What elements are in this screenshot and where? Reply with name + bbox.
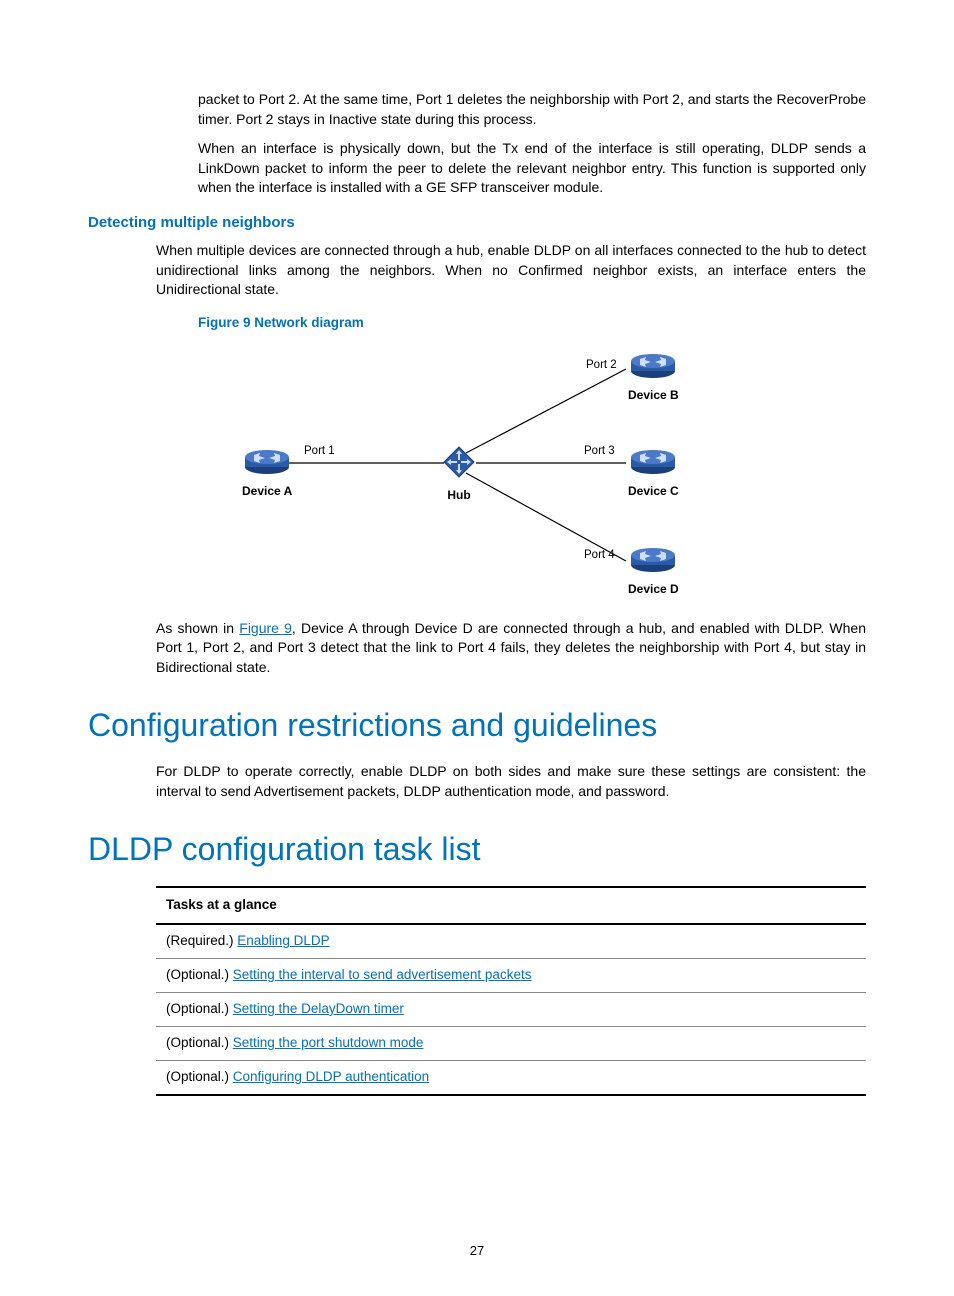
task-prefix: (Optional.) [166, 1001, 233, 1016]
heading-detecting-multiple-neighbors: Detecting multiple neighbors [88, 212, 866, 233]
paragraph-multiple-neighbors: When multiple devices are connected thro… [156, 241, 866, 300]
device-b-label: Device B [628, 387, 679, 404]
task-prefix: (Optional.) [166, 1035, 233, 1050]
hub-icon [442, 445, 476, 479]
heading-dldp-task-list: DLDP configuration task list [88, 827, 866, 872]
paragraph-figure9-explain: As shown in Figure 9, Device A through D… [156, 619, 866, 678]
table-row: (Optional.) Setting the port shutdown mo… [156, 1026, 866, 1060]
paragraph-packet: packet to Port 2. At the same time, Port… [198, 90, 866, 129]
task-link-advertisement-interval[interactable]: Setting the interval to send advertiseme… [233, 967, 532, 982]
device-d-node: Device D [628, 545, 679, 599]
port4-label: Port 4 [584, 547, 615, 563]
hub-label: Hub [442, 487, 476, 504]
task-link-dldp-authentication[interactable]: Configuring DLDP authentication [233, 1069, 429, 1084]
router-icon [244, 447, 290, 475]
table-row: (Optional.) Configuring DLDP authenticat… [156, 1060, 866, 1094]
task-prefix: (Optional.) [166, 967, 233, 982]
device-c-label: Device C [628, 483, 679, 500]
router-icon [630, 447, 676, 475]
table-row: (Optional.) Setting the DelayDown timer [156, 992, 866, 1026]
table-row: (Optional.) Setting the interval to send… [156, 958, 866, 992]
device-c-node: Device C [628, 447, 679, 501]
router-icon [630, 545, 676, 573]
figure-caption: Figure 9 Network diagram [198, 314, 866, 333]
port2-label: Port 2 [586, 357, 617, 373]
device-a-node: Device A [242, 447, 292, 501]
port1-label: Port 1 [304, 443, 335, 459]
device-d-label: Device D [628, 581, 679, 598]
hub-node: Hub [442, 445, 476, 505]
text-pre: As shown in [156, 620, 239, 636]
paragraph-restrictions: For DLDP to operate correctly, enable DL… [156, 762, 866, 801]
task-prefix: (Required.) [166, 933, 237, 948]
router-icon [630, 351, 676, 379]
table-row: (Required.) Enabling DLDP [156, 924, 866, 958]
page-number: 27 [0, 1242, 954, 1260]
task-link-port-shutdown-mode[interactable]: Setting the port shutdown mode [233, 1035, 424, 1050]
task-link-delaydown-timer[interactable]: Setting the DelayDown timer [233, 1001, 404, 1016]
paragraph-linkdown: When an interface is physically down, bu… [198, 139, 866, 198]
device-a-label: Device A [242, 483, 292, 500]
task-link-enabling-dldp[interactable]: Enabling DLDP [237, 933, 329, 948]
tasks-header: Tasks at a glance [156, 887, 866, 924]
port3-label: Port 3 [584, 443, 615, 459]
tasks-table: Tasks at a glance (Required.) Enabling D… [156, 886, 866, 1095]
device-b-node: Device B [628, 351, 679, 405]
heading-configuration-restrictions: Configuration restrictions and guideline… [88, 703, 866, 748]
figure-9-link[interactable]: Figure 9 [239, 620, 292, 636]
task-prefix: (Optional.) [166, 1069, 233, 1084]
network-diagram: Device A Port 1 Hub Device B Port 2 [156, 339, 716, 619]
